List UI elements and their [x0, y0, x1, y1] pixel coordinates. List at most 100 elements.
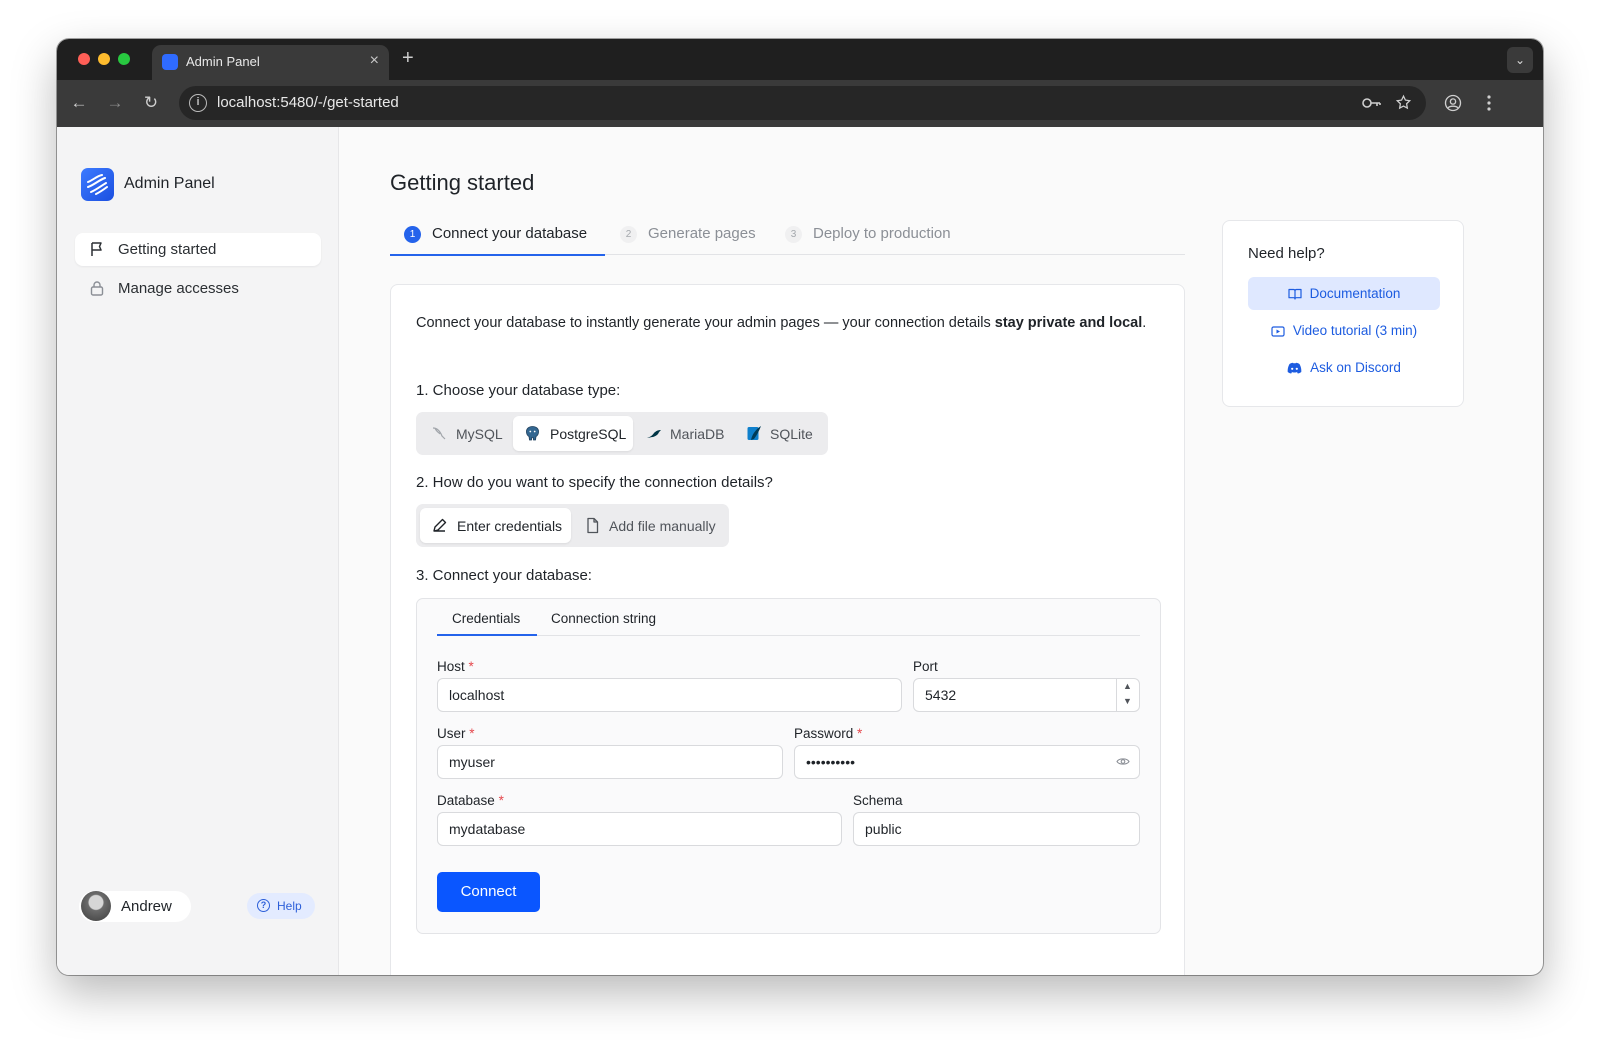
- host-label: Host *: [437, 659, 474, 674]
- postgresql-elephant-icon: [526, 426, 539, 441]
- lock-icon: [90, 281, 104, 296]
- chevron-up-icon[interactable]: ▲: [1123, 681, 1132, 691]
- connection-form: Credentials Connection string Host * loc…: [416, 598, 1161, 934]
- active-step-indicator: [390, 253, 605, 256]
- step-number: 3: [785, 226, 802, 243]
- discord-link[interactable]: Ask on Discord: [1248, 351, 1440, 384]
- avatar: [81, 891, 111, 921]
- sqlite-feather-icon: [747, 426, 761, 440]
- tab-connection-string[interactable]: Connection string: [551, 611, 656, 626]
- active-tab-indicator: [437, 634, 537, 636]
- db-type-label: MariaDB: [670, 426, 725, 442]
- minimize-window-button[interactable]: [98, 53, 110, 65]
- password-value: ••••••••••: [806, 754, 856, 770]
- question-connection-method: 2. How do you want to specify the connec…: [416, 474, 773, 491]
- chevron-down-icon[interactable]: ▼: [1123, 696, 1132, 706]
- maximize-window-button[interactable]: [118, 53, 130, 65]
- discord-icon: [1287, 362, 1302, 374]
- link-label: Video tutorial (3 min): [1292, 323, 1418, 338]
- schema-label: Schema: [853, 793, 903, 808]
- sidebar: Admin Panel Getting started Manage acces…: [57, 127, 339, 975]
- browser-tab-bar: Admin Panel × + ⌄: [57, 39, 1543, 80]
- question-connect-database: 3. Connect your database:: [416, 567, 592, 584]
- database-type-selector: MySQL PostgreSQL MariaDB SQLite: [416, 412, 828, 455]
- tab-search-button[interactable]: ⌄: [1507, 47, 1533, 73]
- connect-database-card: Connect your database to instantly gener…: [390, 284, 1185, 975]
- brand-name: Admin Panel: [124, 175, 215, 192]
- browser-toolbar: ← → ↻ i localhost:5480/-/get-started: [57, 80, 1543, 127]
- step-number: 1: [404, 226, 421, 243]
- host-input[interactable]: localhost: [437, 678, 902, 712]
- port-input[interactable]: 5432 ▲ ▼: [913, 678, 1140, 712]
- reload-icon[interactable]: ↻: [140, 92, 162, 114]
- sidebar-item-manage-accesses[interactable]: Manage accesses: [75, 272, 321, 305]
- tab-credentials[interactable]: Credentials: [452, 611, 520, 626]
- question-database-type: 1. Choose your database type:: [416, 382, 621, 399]
- page-title: Getting started: [390, 170, 535, 195]
- sidebar-item-label: Getting started: [118, 241, 217, 258]
- browser-tab[interactable]: Admin Panel ×: [152, 45, 389, 80]
- link-label: Documentation: [1309, 286, 1401, 301]
- password-key-icon[interactable]: [1362, 96, 1382, 110]
- book-icon: [1287, 288, 1302, 300]
- port-label: Port: [913, 659, 938, 674]
- eye-icon[interactable]: [1116, 756, 1130, 767]
- forward-arrow-icon[interactable]: →: [104, 92, 126, 114]
- pencil-icon: [433, 518, 447, 532]
- site-info-icon[interactable]: i: [189, 94, 207, 112]
- step-label: Generate pages: [648, 225, 756, 242]
- help-card: Need help? Documentation Video tutorial …: [1222, 220, 1464, 407]
- profile-icon[interactable]: [1444, 94, 1462, 112]
- bookmark-star-icon[interactable]: [1395, 94, 1412, 111]
- option-label: Add file manually: [609, 518, 716, 534]
- link-label: Ask on Discord: [1310, 360, 1401, 375]
- add-file-manually-option[interactable]: Add file manually: [573, 508, 725, 543]
- step-label: Deploy to production: [813, 225, 951, 242]
- new-tab-button[interactable]: +: [402, 48, 414, 68]
- question-circle-icon: ?: [257, 899, 270, 912]
- user-input[interactable]: myuser: [437, 745, 783, 779]
- db-type-label: MySQL: [456, 426, 503, 442]
- step-number: 2: [620, 226, 637, 243]
- browser-window: Admin Panel × + ⌄ ← → ↻ i localhost:5480…: [57, 39, 1543, 975]
- connection-tabs: Credentials Connection string: [437, 599, 1140, 636]
- user-name: Andrew: [121, 898, 172, 915]
- url-text[interactable]: localhost:5480/-/get-started: [217, 94, 399, 111]
- help-card-title: Need help?: [1248, 245, 1325, 262]
- db-type-label: SQLite: [770, 426, 813, 442]
- close-window-button[interactable]: [78, 53, 90, 65]
- schema-input[interactable]: public: [853, 812, 1140, 846]
- enter-credentials-option[interactable]: Enter credentials: [420, 508, 571, 543]
- mariadb-seal-icon: [647, 430, 661, 438]
- database-label: Database *: [437, 793, 504, 808]
- back-arrow-icon[interactable]: ←: [68, 92, 90, 114]
- help-button[interactable]: ? Help: [247, 893, 315, 919]
- close-tab-icon[interactable]: ×: [370, 52, 379, 70]
- step-label: Connect your database: [432, 225, 588, 242]
- video-icon: [1271, 326, 1285, 337]
- password-label: Password *: [794, 726, 863, 741]
- address-bar[interactable]: i localhost:5480/-/get-started: [179, 86, 1426, 120]
- intro-text: Connect your database to instantly gener…: [416, 315, 1147, 331]
- db-type-postgresql[interactable]: PostgreSQL: [513, 416, 633, 451]
- video-tutorial-link[interactable]: Video tutorial (3 min): [1248, 314, 1440, 347]
- documentation-link[interactable]: Documentation: [1248, 277, 1440, 310]
- user-menu[interactable]: Andrew: [79, 891, 191, 922]
- db-type-mysql[interactable]: MySQL: [420, 416, 512, 451]
- admin-panel-logo-icon: [81, 168, 114, 201]
- port-stepper[interactable]: ▲ ▼: [1116, 679, 1139, 711]
- option-label: Enter credentials: [457, 518, 563, 534]
- sidebar-item-getting-started[interactable]: Getting started: [75, 233, 321, 266]
- database-input[interactable]: mydatabase: [437, 812, 842, 846]
- db-type-sqlite[interactable]: SQLite: [735, 416, 823, 451]
- mysql-dolphin-icon: [432, 427, 446, 440]
- browser-tab-title: Admin Panel: [186, 54, 260, 69]
- password-input[interactable]: ••••••••••: [794, 745, 1140, 779]
- browser-menu-icon[interactable]: [1481, 94, 1497, 112]
- main-content: Getting started 1 Connect your database …: [340, 127, 1543, 975]
- flag-icon: [91, 242, 102, 256]
- file-icon: [587, 517, 599, 534]
- connect-button[interactable]: Connect: [437, 872, 540, 912]
- stepper: 1 Connect your database 2 Generate pages…: [390, 217, 1185, 256]
- db-type-mariadb[interactable]: MariaDB: [635, 416, 733, 451]
